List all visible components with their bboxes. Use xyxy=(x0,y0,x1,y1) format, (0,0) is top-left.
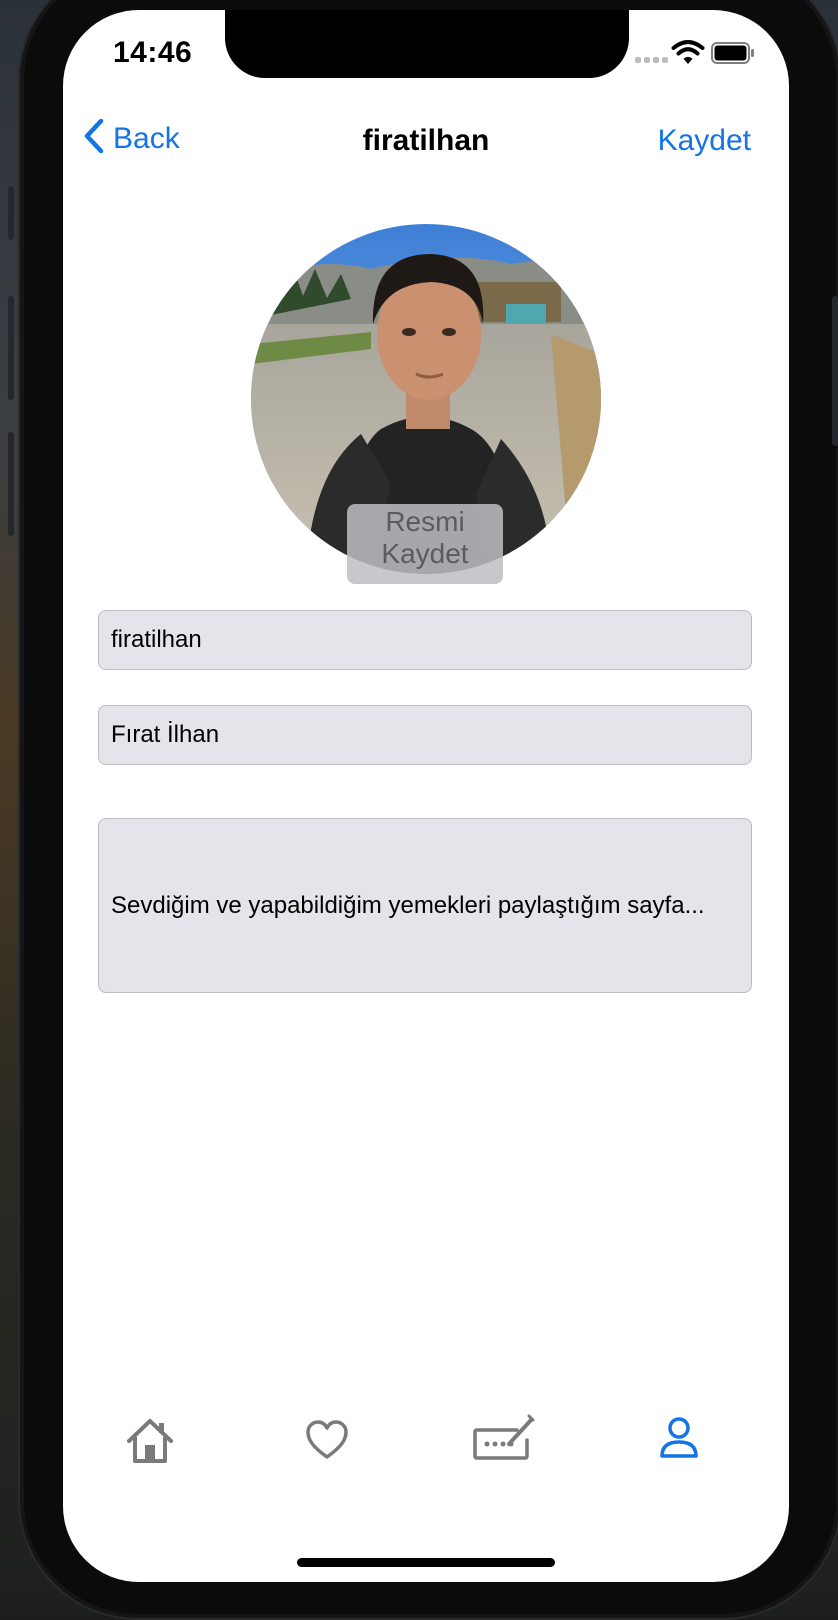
wifi-icon xyxy=(671,40,705,71)
mute-switch xyxy=(8,186,14,240)
app-screen: 14:46 Back firatilhan Kaydet Resmi Kayde… xyxy=(63,10,789,1582)
keyboard-edit-icon xyxy=(473,1414,535,1464)
status-time: 14:46 xyxy=(113,36,193,69)
save-button[interactable]: Kaydet xyxy=(658,124,751,158)
tab-compose[interactable] xyxy=(473,1414,535,1465)
volume-up-button xyxy=(8,296,14,400)
full-name-field[interactable]: Fırat İlhan xyxy=(98,705,752,765)
tab-favorites[interactable] xyxy=(305,1420,349,1465)
cellular-signal-icon xyxy=(635,57,668,63)
tab-profile[interactable] xyxy=(659,1416,699,1465)
save-photo-button[interactable]: Resmi Kaydet xyxy=(347,504,503,584)
battery-icon xyxy=(711,42,755,69)
notch xyxy=(225,10,629,78)
home-icon xyxy=(125,1419,175,1469)
power-button xyxy=(832,296,838,446)
volume-down-button xyxy=(8,432,14,536)
home-indicator[interactable] xyxy=(297,1558,555,1567)
tab-home[interactable] xyxy=(125,1417,175,1470)
tab-bar xyxy=(63,1414,789,1510)
person-icon xyxy=(659,1417,699,1464)
username-field[interactable]: firatilhan xyxy=(98,610,752,670)
heart-icon xyxy=(305,1420,349,1464)
bio-field[interactable]: Sevdiğim ve yapabildiğim yemekleri payla… xyxy=(98,818,752,993)
